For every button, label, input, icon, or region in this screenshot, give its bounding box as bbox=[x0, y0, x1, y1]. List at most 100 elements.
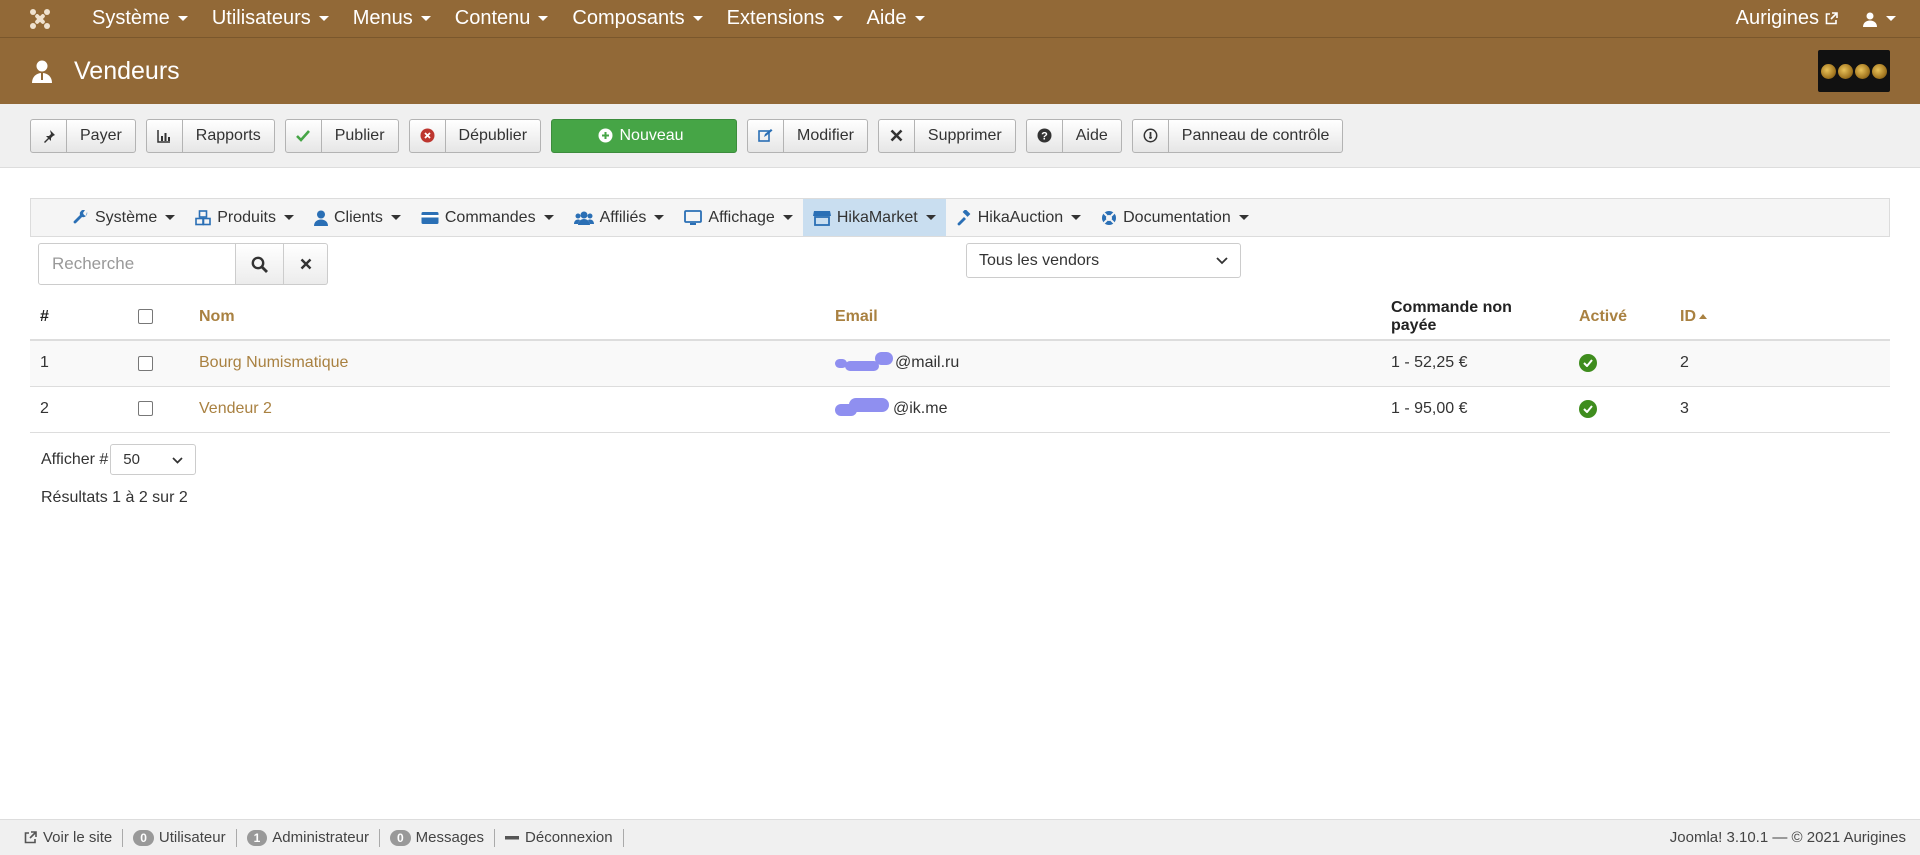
button-label: Rapports bbox=[195, 126, 261, 144]
submenu-label: HikaAuction bbox=[977, 208, 1064, 226]
menu-system[interactable]: Système bbox=[80, 0, 200, 38]
submenu-products[interactable]: Produits bbox=[185, 199, 304, 236]
column-label: Activé bbox=[1579, 308, 1628, 325]
edit-icon bbox=[748, 119, 785, 152]
status-label: Administrateur bbox=[272, 829, 369, 846]
submenu-hikamarket[interactable]: HikaMarket bbox=[802, 199, 946, 236]
search-button[interactable] bbox=[236, 243, 284, 285]
status-label: Messages bbox=[415, 829, 485, 846]
caret-down-icon bbox=[925, 215, 936, 220]
column-email[interactable]: Email bbox=[825, 295, 1381, 341]
vendor-filter-select[interactable]: Tous les vendors bbox=[966, 243, 1241, 278]
vendor-name-link[interactable]: Bourg Numismatique bbox=[199, 354, 348, 371]
submenu-customers[interactable]: Clients bbox=[304, 199, 411, 236]
plus-circle-icon bbox=[598, 120, 613, 152]
vendor-name-cell: Vendeur 2 bbox=[189, 386, 825, 433]
x-icon bbox=[300, 258, 312, 270]
menu-label: Extensions bbox=[726, 7, 825, 29]
submenu-documentation[interactable]: Documentation bbox=[1091, 199, 1259, 236]
row-checkbox[interactable] bbox=[138, 355, 153, 371]
chevron-down-icon bbox=[172, 451, 183, 468]
messages-link[interactable]: 0 Messages bbox=[380, 828, 496, 847]
menu-help[interactable]: Aide bbox=[855, 0, 937, 38]
select-value: 50 bbox=[123, 451, 140, 468]
vendor-id-cell: 2 bbox=[1670, 340, 1890, 387]
control-panel-button[interactable]: Panneau de contrôle bbox=[1131, 118, 1344, 153]
menu-content[interactable]: Contenu bbox=[443, 0, 561, 38]
unpaid-orders-cell: 1 - 95,00 € bbox=[1381, 386, 1569, 433]
unpublish-button[interactable]: Dépublier bbox=[408, 118, 542, 153]
status-label: Voir le site bbox=[43, 829, 113, 846]
svg-text:?: ? bbox=[1041, 131, 1048, 143]
submenu-label: Produits bbox=[217, 208, 276, 226]
caret-down-icon bbox=[654, 215, 665, 220]
submenu-hikaauction[interactable]: HikaAuction bbox=[946, 199, 1091, 236]
site-logo bbox=[1818, 50, 1890, 92]
delete-button[interactable]: Supprimer bbox=[877, 118, 1016, 153]
row-select-cell bbox=[128, 340, 189, 387]
unpaid-orders-cell: 1 - 52,25 € bbox=[1381, 340, 1569, 387]
status-bar: Voir le site 0 Utilisateur 1 Administrat… bbox=[0, 819, 1920, 855]
new-button[interactable]: Nouveau bbox=[551, 118, 738, 153]
published-check-icon[interactable] bbox=[1579, 354, 1597, 373]
email-domain: @ik.me bbox=[893, 400, 948, 417]
column-label: Commande non payée bbox=[1391, 299, 1512, 334]
submenu-orders[interactable]: Commandes bbox=[411, 199, 564, 236]
button-label: Aide bbox=[1075, 126, 1108, 144]
menu-users[interactable]: Utilisateurs bbox=[200, 0, 341, 38]
user-menu[interactable] bbox=[1852, 11, 1920, 27]
vendors-table: # Nom Email Commande non payée Activé ID… bbox=[30, 295, 1890, 433]
menu-components[interactable]: Composants bbox=[560, 0, 714, 38]
active-cell bbox=[1569, 386, 1670, 433]
column-name[interactable]: Nom bbox=[189, 295, 825, 341]
caret-down-icon bbox=[1238, 215, 1249, 220]
submenu-system[interactable]: Système bbox=[63, 199, 185, 236]
submenu-label: Documentation bbox=[1123, 208, 1231, 226]
column-active[interactable]: Activé bbox=[1569, 295, 1670, 341]
list-limit: Afficher # 50 bbox=[41, 444, 197, 475]
email-domain: @mail.ru bbox=[895, 354, 960, 372]
chevron-down-icon bbox=[1216, 252, 1228, 270]
caret-down-icon bbox=[165, 215, 176, 220]
table-row: 2 Vendeur 2 @ik.me 1 - 95,00 € 3 bbox=[30, 386, 1890, 433]
menu-menus[interactable]: Menus bbox=[341, 0, 443, 38]
component-submenu: Système Produits Clients Commandes Affil… bbox=[30, 198, 1890, 237]
vendor-name-link[interactable]: Vendeur 2 bbox=[199, 400, 272, 417]
caret-down-icon bbox=[543, 215, 554, 220]
site-name: Aurigines bbox=[1735, 7, 1819, 29]
submenu-label: Système bbox=[95, 208, 158, 226]
table-header-row: # Nom Email Commande non payée Activé ID bbox=[30, 295, 1890, 341]
vendor-email-cell: @ik.me bbox=[825, 386, 1381, 433]
help-button[interactable]: ? Aide bbox=[1025, 118, 1122, 153]
redacted-email: @mail.ru bbox=[835, 352, 960, 372]
published-check-icon[interactable] bbox=[1579, 400, 1597, 418]
menu-extensions[interactable]: Extensions bbox=[715, 0, 855, 38]
logout-link[interactable]: Déconnexion bbox=[495, 828, 624, 847]
publish-button[interactable]: Publier bbox=[284, 118, 399, 153]
reports-button[interactable]: Rapports bbox=[145, 118, 275, 153]
pay-button[interactable]: Payer bbox=[30, 118, 136, 153]
user-icon bbox=[313, 210, 328, 226]
row-checkbox[interactable] bbox=[138, 401, 153, 417]
search-input[interactable] bbox=[38, 243, 236, 285]
sort-ascending-icon bbox=[1699, 314, 1707, 320]
topbar-right: Aurigines bbox=[1722, 0, 1920, 38]
column-id[interactable]: ID bbox=[1670, 295, 1890, 341]
dashboard-icon bbox=[1133, 119, 1169, 152]
submenu-label: Clients bbox=[333, 208, 383, 226]
menu-label: Menus bbox=[352, 7, 413, 29]
clear-search-button[interactable] bbox=[284, 243, 328, 285]
edit-button[interactable]: Modifier bbox=[747, 118, 868, 153]
list-limit-select[interactable]: 50 bbox=[110, 444, 197, 475]
button-label: Supprimer bbox=[927, 126, 1002, 144]
view-site-link[interactable]: Voir le site bbox=[14, 828, 124, 847]
submenu-display[interactable]: Affichage bbox=[674, 199, 802, 236]
site-link[interactable]: Aurigines bbox=[1722, 7, 1852, 30]
select-all-checkbox[interactable] bbox=[138, 309, 153, 325]
submenu-affiliates[interactable]: Affiliés bbox=[564, 199, 675, 236]
redacted-email: @ik.me bbox=[835, 398, 948, 418]
caret-down-icon bbox=[390, 215, 401, 220]
page-header: Vendeurs bbox=[0, 38, 1920, 104]
joomla-icon[interactable] bbox=[0, 0, 80, 38]
question-icon: ? bbox=[1027, 119, 1063, 152]
